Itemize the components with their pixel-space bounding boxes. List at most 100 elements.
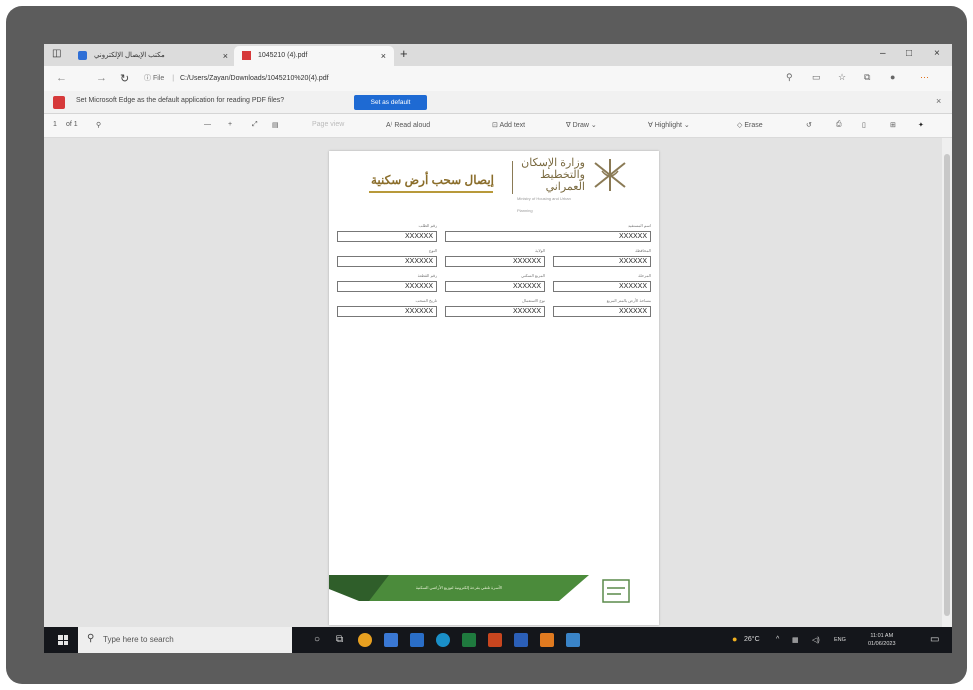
field-type: النوع XXXXXX xyxy=(337,248,437,269)
extensions-icon[interactable]: ⋯ xyxy=(920,72,929,83)
task-view-icon[interactable]: ⧉ xyxy=(336,634,343,645)
fit-page-icon[interactable]: ⤢ xyxy=(252,121,258,129)
notifications-icon[interactable]: ▭ xyxy=(930,634,939,645)
read-aloud-label: Read aloud xyxy=(394,122,431,129)
field-usage-type: نوع الاستعمال XXXXXX xyxy=(445,298,545,319)
field-label: المربع السكني xyxy=(521,273,545,278)
erase-label: Erase xyxy=(744,122,763,129)
screen: ◫ مكتب الإيصال الإلكتروني × 1045210 (4).… xyxy=(44,44,952,653)
add-text-button[interactable]: ⊡ Add text xyxy=(492,121,525,129)
cortana-icon[interactable]: ○ xyxy=(314,634,320,645)
volume-icon[interactable]: ◁) xyxy=(812,636,820,644)
new-tab-button[interactable]: + xyxy=(400,46,408,61)
read-mode-icon[interactable]: ▭ xyxy=(812,72,821,83)
chevron-up-icon[interactable]: ^ xyxy=(776,636,779,643)
field-label: مساحة الأرض بالمتر المربع xyxy=(606,298,651,303)
page-total-label: of 1 xyxy=(66,121,78,128)
field-value: XXXXXX xyxy=(553,281,651,292)
weather-temp[interactable]: 26°C xyxy=(744,636,760,643)
print-icon[interactable]: ⎙ xyxy=(836,121,842,129)
search-placeholder: Type here to search xyxy=(103,635,174,644)
favorite-star-icon[interactable]: ☆ xyxy=(838,72,846,83)
field-label: الولاية xyxy=(535,248,545,253)
url-separator: | xyxy=(172,75,175,82)
field-phase: المرحلة XXXXXX xyxy=(553,273,651,294)
field-draw-date: تاريخ السحب XXXXXX xyxy=(337,298,437,319)
zoom-icon[interactable]: ⚲ xyxy=(786,72,793,83)
network-icon[interactable]: ▦ xyxy=(792,636,799,644)
page-view-icon[interactable]: ▤ xyxy=(272,121,279,129)
save-icon[interactable]: ▯ xyxy=(862,121,866,129)
field-label: المرحلة xyxy=(638,273,651,278)
word-icon[interactable] xyxy=(514,633,528,647)
weather-icon[interactable]: ● xyxy=(732,634,737,644)
powerpoint-icon[interactable] xyxy=(488,633,502,647)
ministry-name: وزارة الإسكان والتخطيط العمراني Ministry… xyxy=(517,157,585,217)
title-underline xyxy=(369,191,493,193)
erase-button[interactable]: ◇ Erase xyxy=(737,121,763,129)
info-icon[interactable]: ⓘ xyxy=(144,75,151,82)
zoom-in-button[interactable]: + xyxy=(228,121,232,128)
tab-pdf[interactable]: 1045210 (4).pdf × xyxy=(234,46,394,66)
file-explorer-icon[interactable] xyxy=(384,633,398,647)
field-value: XXXXXX xyxy=(337,256,437,267)
add-text-label: Add text xyxy=(499,122,526,129)
edge-icon[interactable] xyxy=(436,633,450,647)
close-infobar-icon[interactable]: × xyxy=(936,96,941,106)
chevron-down-icon: ⌄ xyxy=(588,122,597,129)
read-aloud-button[interactable]: A⁾ Read aloud xyxy=(386,121,430,129)
settings-gear-icon[interactable] xyxy=(540,633,554,647)
chrome-icon[interactable] xyxy=(358,633,372,647)
campaign-logo-icon xyxy=(602,579,630,603)
tab-label: 1045210 (4).pdf xyxy=(257,52,308,59)
field-label: رقم الطلب xyxy=(418,223,437,228)
field-block: المربع السكني XXXXXX xyxy=(445,273,545,294)
photos-icon[interactable] xyxy=(566,633,580,647)
page-view-button[interactable]: Page view xyxy=(312,121,344,128)
language-indicator[interactable]: ENG xyxy=(834,637,846,643)
windows-taskbar: ⚲ Type here to search ○ ⧉ ● 26°C ^ ▦ ◁) … xyxy=(44,627,952,653)
minimize-button[interactable]: – xyxy=(880,48,886,59)
pin-icon[interactable]: ✦ xyxy=(918,121,924,129)
device-frame: ◫ مكتب الإيصال الإلكتروني × 1045210 (4).… xyxy=(6,6,967,684)
set-as-default-button[interactable]: Set as default xyxy=(354,95,427,110)
draw-button[interactable]: ∇ Draw ⌄ xyxy=(566,121,597,129)
forward-arrow-icon[interactable]: → xyxy=(96,72,107,84)
highlight-button[interactable]: ∀ Highlight ⌄ xyxy=(648,121,690,129)
close-tab-icon[interactable]: × xyxy=(223,46,228,66)
zoom-out-button[interactable]: — xyxy=(204,121,211,128)
field-value: XXXXXX xyxy=(337,231,437,242)
mail-icon[interactable] xyxy=(410,633,424,647)
back-arrow-icon[interactable]: ← xyxy=(56,72,67,84)
excel-icon[interactable] xyxy=(462,633,476,647)
save-as-icon[interactable]: ⊞ xyxy=(890,121,896,129)
scrollbar-thumb[interactable] xyxy=(944,154,950,616)
refresh-icon[interactable]: ↻ xyxy=(120,72,129,85)
search-icon[interactable]: ⚲ xyxy=(96,121,101,129)
page-number-input[interactable]: 1 xyxy=(53,121,57,128)
highlight-label: Highlight xyxy=(654,122,682,129)
field-label: نوع الاستعمال xyxy=(522,298,545,303)
field-value: XXXXXX xyxy=(445,281,545,292)
search-icon: ⚲ xyxy=(87,633,95,644)
maximize-button[interactable]: □ xyxy=(906,48,912,59)
taskbar-search-box[interactable]: ⚲ Type here to search xyxy=(78,627,292,653)
ministry-name-arabic: وزارة الإسكان والتخطيط العمراني xyxy=(521,157,585,193)
address-bar: ← → ↻ ⓘ File | C:/Users/Zayan/Downloads/… xyxy=(44,66,952,91)
url-field[interactable]: ⓘ File | C:/Users/Zayan/Downloads/104521… xyxy=(144,71,764,87)
field-beneficiary-name: اسم المستفيد XXXXXX xyxy=(445,223,651,244)
close-window-button[interactable]: × xyxy=(934,48,940,59)
url-text: C:/Users/Zayan/Downloads/1045210%20(4).p… xyxy=(179,75,329,82)
tab-receipt-site[interactable]: مكتب الإيصال الإلكتروني × xyxy=(70,46,236,66)
header-divider xyxy=(512,161,513,194)
collections-icon[interactable]: ⧉ xyxy=(864,72,870,83)
rotate-icon[interactable]: ↺ xyxy=(806,121,812,129)
profile-icon[interactable]: ● xyxy=(890,72,895,82)
windows-start-icon[interactable] xyxy=(58,635,68,645)
taskbar-clock[interactable]: 11:01 AM 01/06/2023 xyxy=(868,632,896,648)
ministry-name-english: Ministry of Housing and Urban Planning xyxy=(517,196,571,213)
close-tab-icon[interactable]: × xyxy=(381,46,386,66)
workspaces-icon[interactable]: ◫ xyxy=(52,48,61,59)
field-label: اسم المستفيد xyxy=(628,223,651,228)
field-value: XXXXXX xyxy=(445,306,545,317)
